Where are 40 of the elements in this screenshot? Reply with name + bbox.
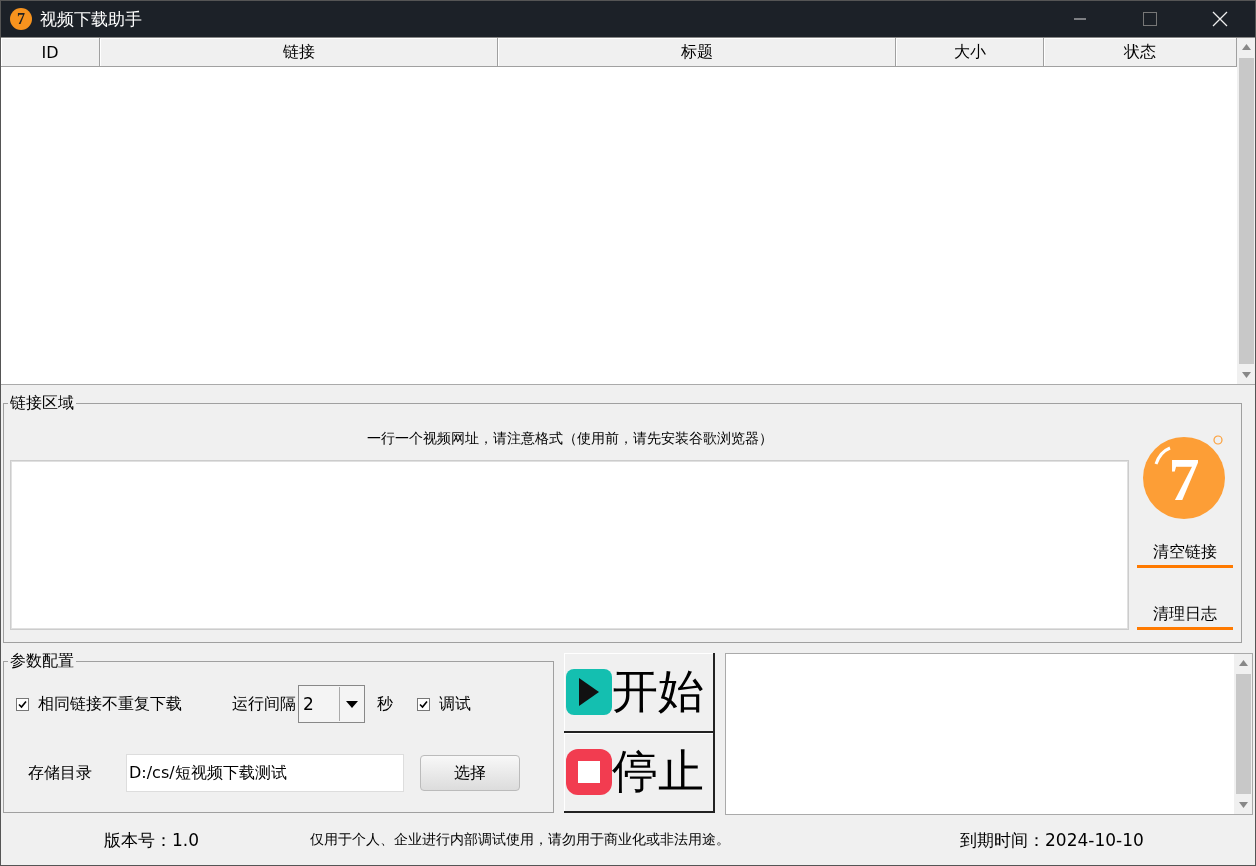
scrollbar[interactable] <box>1234 654 1252 814</box>
column-header[interactable]: 链接 <box>100 38 498 67</box>
scroll-up-icon[interactable] <box>1238 660 1248 666</box>
column-header[interactable]: 状态 <box>1044 38 1237 67</box>
interval-label: 运行间隔 <box>232 693 296 715</box>
stop-icon <box>566 749 612 795</box>
column-header[interactable]: ID <box>1 38 100 67</box>
group-title: 链接区域 <box>8 394 76 412</box>
scrollbar[interactable] <box>1237 38 1255 384</box>
unit-label: 秒 <box>377 693 393 715</box>
choose-button[interactable]: 选择 <box>420 755 520 791</box>
maximize-icon[interactable] <box>1142 11 1158 27</box>
storage-label: 存储目录 <box>28 762 93 784</box>
column-header[interactable]: 大小 <box>896 38 1044 67</box>
app-logo: 7 <box>10 8 32 30</box>
start-button[interactable]: 开始 <box>564 653 715 733</box>
caret-icon[interactable] <box>346 700 358 708</box>
version-text: 版本号：1.0 <box>104 828 201 852</box>
play-icon <box>566 669 612 715</box>
link-button[interactable]: 清空链接 <box>1137 542 1233 568</box>
stop-button[interactable]: 停止 <box>564 733 715 813</box>
column-header[interactable]: 标题 <box>498 38 896 67</box>
interval-dropdown[interactable]: 2 <box>298 685 365 723</box>
scroll-up-icon[interactable] <box>1241 44 1251 50</box>
expiry-text: 到期时间：2024-10-10 <box>960 828 1144 852</box>
window-title: 视频下载助手 <box>40 7 143 31</box>
storage-path-field[interactable]: D:/cs/短视频下载测试 <box>126 754 404 792</box>
links-input[interactable] <box>10 460 1129 630</box>
scroll-down-icon[interactable] <box>1241 372 1251 378</box>
checkbox-label: 相同链接不重复下载 <box>38 693 182 715</box>
logo: 7 <box>1142 434 1228 520</box>
link-button[interactable]: 清理日志 <box>1137 604 1233 630</box>
checkbox-label: 调试 <box>439 693 471 715</box>
hint-text: 一行一个视频网址，请注意格式（使用前，请先安装谷歌浏览器） <box>365 430 774 448</box>
checkbox[interactable] <box>16 697 29 711</box>
scroll-down-icon[interactable] <box>1238 802 1248 808</box>
checkbox[interactable] <box>417 697 430 711</box>
close-icon[interactable] <box>1212 11 1228 27</box>
group-title: 参数配置 <box>8 652 76 670</box>
notice-text: 仅用于个人、企业进行内部调试使用，请勿用于商业化或非法用途。 <box>310 831 731 849</box>
